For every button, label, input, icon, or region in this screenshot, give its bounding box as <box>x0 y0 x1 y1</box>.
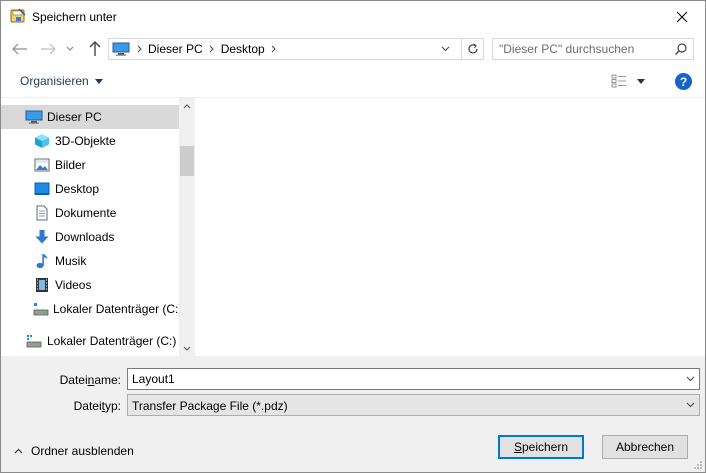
sidebar-item-label: Musik <box>55 254 87 268</box>
save-button[interactable]: Speichern <box>498 435 584 459</box>
caret-down-icon <box>637 78 645 84</box>
sidebar-item-label: Bilder <box>55 158 86 172</box>
breadcrumb-separator-icon[interactable] <box>205 45 219 53</box>
sidebar-item-label: Lokaler Datenträger (C:) <box>53 302 183 316</box>
filename-label: Dateiname: <box>59 373 121 387</box>
drive-icon <box>33 300 49 318</box>
search-input[interactable] <box>499 41 669 57</box>
breadcrumb-separator-icon[interactable] <box>267 45 281 53</box>
sidebar-item-3d-objekte[interactable]: 3D-Objekte <box>1 129 179 153</box>
view-details-icon <box>611 74 626 88</box>
filename-dropdown-button[interactable] <box>681 369 699 389</box>
organize-menu-button[interactable]: Organisieren <box>20 74 103 88</box>
save-dialog-icon <box>10 8 26 24</box>
filename-combobox[interactable] <box>127 368 700 390</box>
sidebar-item-label: Desktop <box>55 182 100 196</box>
chevron-down-icon <box>66 46 74 51</box>
sidebar-item-label: Dieser PC <box>47 110 102 124</box>
sidebar-item-label: Dokumente <box>55 206 117 220</box>
sidebar-item-desktop[interactable]: Desktop <box>1 177 179 201</box>
address-dropdown-button[interactable] <box>436 39 454 59</box>
up-button[interactable] <box>86 40 104 58</box>
breadcrumb: Dieser PC Desktop <box>132 39 281 59</box>
sidebar-item-label: Videos <box>55 278 92 292</box>
cube-3d-icon <box>33 132 51 150</box>
scrollbar-thumb[interactable] <box>180 146 194 176</box>
network-drive-icon <box>25 332 43 350</box>
navigation-pane-scrollbar[interactable] <box>179 98 194 356</box>
arrow-right-icon <box>41 43 56 55</box>
chevron-down-icon <box>686 376 694 382</box>
pictures-icon <box>33 156 51 174</box>
help-button[interactable]: ? <box>675 73 692 90</box>
caret-down-icon <box>94 78 103 84</box>
file-list[interactable] <box>196 98 705 356</box>
close-icon <box>676 11 688 22</box>
back-button[interactable] <box>11 40 29 58</box>
arrow-up-icon <box>89 41 101 56</box>
videos-icon <box>33 276 51 294</box>
sidebar-item-label: Downloads <box>55 230 115 244</box>
save-form: Dateiname: Dateityp: Transfer Package Fi… <box>1 356 705 472</box>
sidebar-item-label: 3D-Objekte <box>55 134 116 148</box>
cancel-button[interactable]: Abbrechen <box>602 435 688 459</box>
chevron-up-icon <box>183 103 191 108</box>
organize-label: Organisieren <box>20 74 89 88</box>
documents-icon <box>33 204 51 222</box>
refresh-icon <box>467 43 478 54</box>
sidebar-item-bilder[interactable]: Bilder <box>1 153 179 177</box>
chevron-down-icon <box>441 46 449 52</box>
resize-grip-icon[interactable] <box>693 460 703 470</box>
navigation-pane: Dieser PC 3D-Objekte Bilder Desktop Doku… <box>1 98 195 356</box>
address-bar[interactable]: Dieser PC Desktop <box>108 38 484 60</box>
chevron-down-icon <box>183 346 191 351</box>
download-icon <box>33 228 51 246</box>
hide-folders-label: Ordner ausblenden <box>31 444 134 458</box>
arrow-left-icon <box>12 43 27 55</box>
chevron-down-icon <box>686 402 694 408</box>
refresh-button[interactable] <box>461 39 483 59</box>
filetype-select[interactable]: Transfer Package File (*.pdz) <box>127 394 700 416</box>
sidebar-item-downloads[interactable]: Downloads <box>1 225 179 249</box>
close-button[interactable] <box>659 1 705 32</box>
navigation-row: Dieser PC Desktop <box>1 32 705 66</box>
recent-locations-button[interactable] <box>64 40 76 58</box>
sidebar-item-lokaler-datentraeger-root[interactable]: Lokaler Datenträger (C:) <box>1 329 179 353</box>
hide-folders-button[interactable]: Ordner ausblenden <box>14 444 134 458</box>
computer-icon <box>25 108 43 126</box>
sidebar-item-lokaler-datentraeger[interactable]: Lokaler Datenträger (C:) <box>1 297 183 321</box>
search-box[interactable] <box>492 38 694 60</box>
filetype-label: Dateityp: <box>73 399 121 413</box>
breadcrumb-separator-icon[interactable] <box>132 45 146 53</box>
breadcrumb-item-desktop[interactable]: Desktop <box>219 42 267 56</box>
scroll-down-button[interactable] <box>179 340 194 356</box>
change-view-button[interactable] <box>611 74 645 88</box>
scroll-up-button[interactable] <box>179 98 194 114</box>
title-bar: Speichern unter <box>1 1 705 32</box>
sidebar-item-dokumente[interactable]: Dokumente <box>1 201 179 225</box>
music-icon <box>33 252 51 270</box>
breadcrumb-item-dieser-pc[interactable]: Dieser PC <box>146 42 205 56</box>
chevron-up-icon <box>14 448 23 454</box>
filetype-dropdown-button[interactable] <box>681 395 699 415</box>
desktop-icon <box>33 180 51 198</box>
sidebar-item-label: Lokaler Datenträger (C:) <box>47 334 177 348</box>
sidebar-item-videos[interactable]: Videos <box>1 273 179 297</box>
search-icon[interactable] <box>674 42 688 56</box>
dialog-title: Speichern unter <box>32 10 117 24</box>
sidebar-item-musik[interactable]: Musik <box>1 249 179 273</box>
save-as-dialog: Speichern unter Dieser PC Desktop "Diese… <box>0 0 706 473</box>
filetype-value: Transfer Package File (*.pdz) <box>132 399 288 413</box>
sidebar-item-dieser-pc[interactable]: Dieser PC <box>1 105 179 129</box>
forward-button[interactable] <box>39 40 57 58</box>
filename-input[interactable] <box>132 371 672 387</box>
command-bar: Organisieren ? <box>1 66 705 98</box>
computer-icon <box>112 42 130 56</box>
